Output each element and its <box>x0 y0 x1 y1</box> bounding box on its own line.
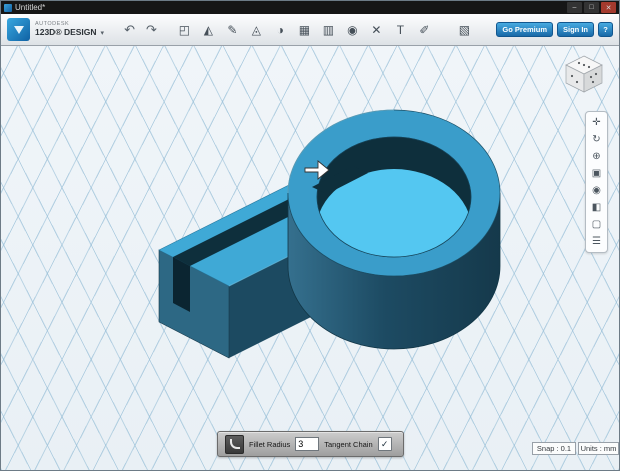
maximize-button[interactable]: □ <box>584 2 599 13</box>
grouping-icon[interactable]: ▥ <box>321 24 336 36</box>
material-icon[interactable]: ▧ <box>457 24 472 36</box>
fillet-radius-input[interactable] <box>295 437 319 451</box>
brand-block: AUTODESK 123D® DESIGN <box>35 21 97 37</box>
menu-chevron-icon[interactable]: ▾ <box>101 29 105 37</box>
view-cube[interactable] <box>561 51 607 97</box>
account-actions: Go Premium Sign In ? <box>496 22 613 38</box>
snap-status[interactable]: Snap : 0.1 <box>532 442 576 455</box>
undo-icon[interactable]: ↶ <box>124 22 135 38</box>
delete-icon[interactable]: ✕ <box>369 24 384 36</box>
tangent-chain-checkbox[interactable]: ✓ <box>378 437 392 451</box>
window-title: Untitled* <box>15 4 45 12</box>
title-bar: Untitled* – □ ✕ <box>1 1 619 14</box>
combine-icon[interactable]: ◉ <box>345 24 360 36</box>
orbit-icon[interactable]: ↻ <box>586 131 607 148</box>
app-icon <box>4 4 12 12</box>
close-button[interactable]: ✕ <box>601 2 616 13</box>
primitives-icon[interactable]: ◰ <box>177 24 192 36</box>
brand-product: 123D® DESIGN <box>35 28 97 38</box>
redo-icon[interactable]: ↷ <box>146 22 157 38</box>
shapes-icon[interactable]: ◭ <box>201 24 216 36</box>
outline-view-icon[interactable]: ▢ <box>586 216 607 233</box>
view-toolbar: ✛ ↻ ⊕ ▣ ◉ ◧ ▢ ☰ <box>585 111 608 253</box>
help-button[interactable]: ? <box>598 22 613 38</box>
viewport-canvas[interactable] <box>1 46 619 470</box>
tangent-chain-label: Tangent Chain <box>324 440 372 449</box>
shaded-view-icon[interactable]: ◧ <box>586 199 607 216</box>
app-logo-icon[interactable] <box>7 18 30 41</box>
fillet-corner-glyph <box>230 439 240 449</box>
sign-in-button[interactable]: Sign In <box>557 22 594 38</box>
main-toolbar: AUTODESK 123D® DESIGN ▾ ↶ ↷ ◰ ◭ ✎ ◬ ◑ ▦ … <box>1 14 619 46</box>
annotation-icon[interactable]: ✐ <box>417 24 432 36</box>
window-controls: – □ ✕ <box>567 2 616 13</box>
text-icon[interactable]: T <box>393 24 408 36</box>
fillet-radius-label: Fillet Radius <box>249 440 290 449</box>
tool-group: ◰ ◭ ✎ ◬ ◑ ▦ ▥ ◉ ✕ T ✐ ▧ <box>177 24 472 36</box>
construct-icon[interactable]: ◬ <box>249 24 264 36</box>
pattern-icon[interactable]: ▦ <box>297 24 312 36</box>
fillet-dialog: Fillet Radius Tangent Chain ✓ <box>217 431 404 457</box>
go-premium-button[interactable]: Go Premium <box>496 22 553 38</box>
logo-triangle-icon <box>14 26 24 34</box>
sketch-icon[interactable]: ✎ <box>225 24 240 36</box>
zoom-window-icon[interactable]: ▣ <box>586 165 607 182</box>
modify-icon[interactable]: ◑ <box>273 24 288 36</box>
history-group: ↶ ↷ <box>124 22 157 38</box>
pan-icon[interactable]: ✛ <box>586 114 607 131</box>
units-status[interactable]: Units : mm <box>578 442 619 455</box>
app-window: Untitled* – □ ✕ AUTODESK 123D® DESIGN ▾ … <box>0 0 620 471</box>
fillet-icon[interactable] <box>225 435 244 454</box>
look-at-icon[interactable]: ◉ <box>586 182 607 199</box>
view-settings-icon[interactable]: ☰ <box>586 233 607 250</box>
zoom-icon[interactable]: ⊕ <box>586 148 607 165</box>
minimize-button[interactable]: – <box>567 2 582 13</box>
